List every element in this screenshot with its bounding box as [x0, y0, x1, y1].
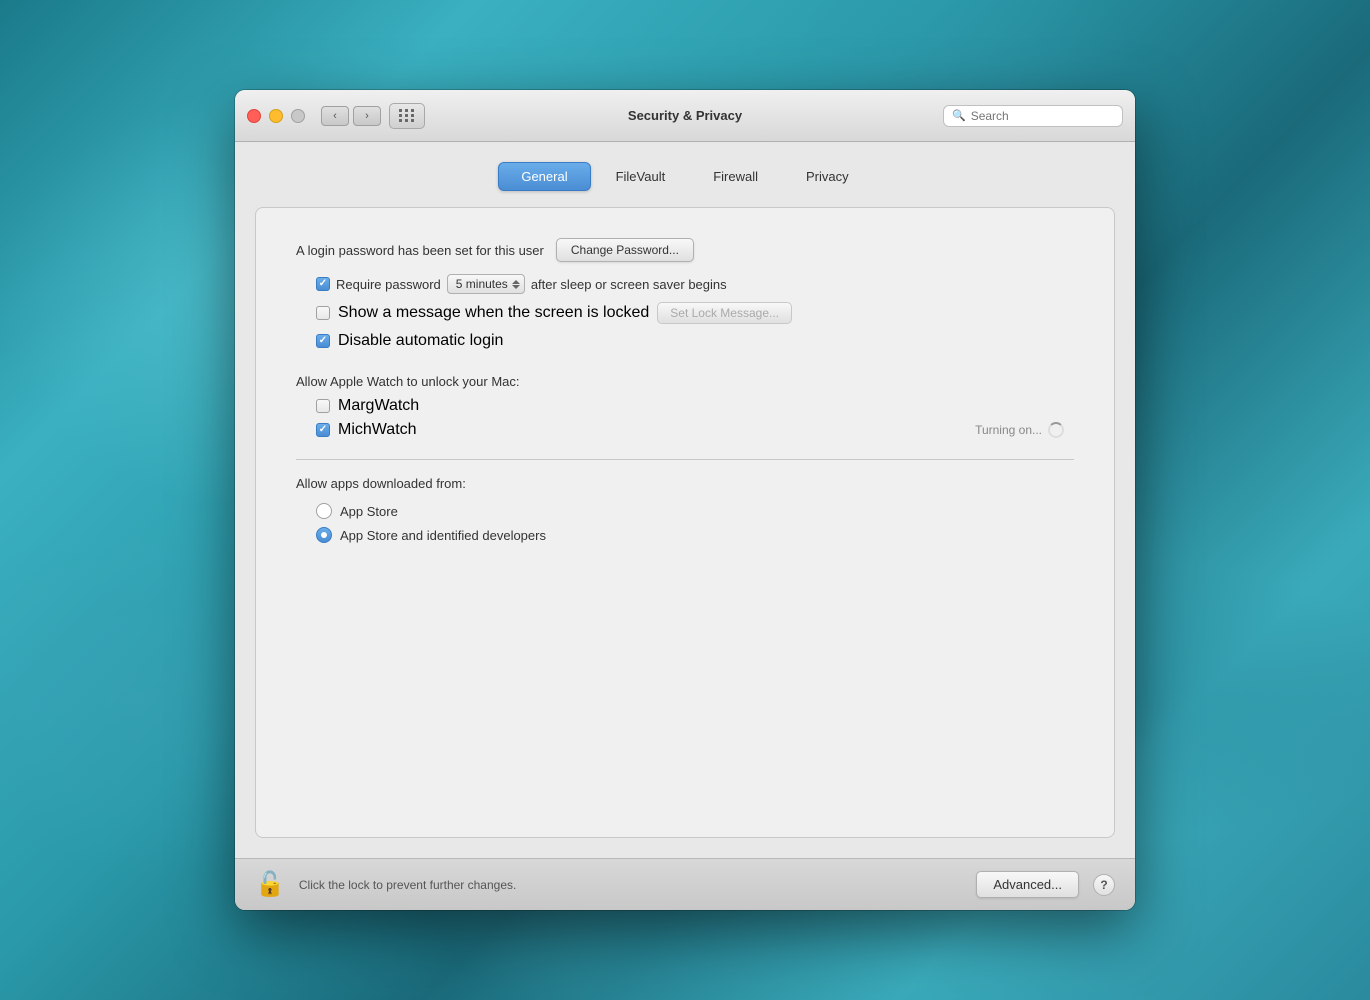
back-button[interactable]: ‹ — [321, 106, 349, 126]
margwatch-row: MargWatch — [316, 397, 1074, 415]
grid-icon — [399, 109, 415, 122]
content-area: General FileVault Firewall Privacy A log… — [235, 142, 1135, 858]
lock-icon[interactable]: 🔓 — [255, 873, 285, 897]
margwatch-checkbox[interactable] — [316, 399, 330, 413]
disable-autologin-checkbox[interactable] — [316, 334, 330, 348]
main-window: ‹ › Security & Privacy 🔍 General FileVau… — [235, 90, 1135, 910]
advanced-button[interactable]: Advanced... — [976, 871, 1079, 898]
search-icon: 🔍 — [952, 109, 966, 122]
close-button[interactable] — [247, 109, 261, 123]
show-message-row: Show a message when the screen is locked… — [316, 302, 1074, 324]
section-divider — [296, 459, 1074, 460]
margwatch-left: MargWatch — [316, 397, 419, 415]
app-store-identified-radio-row: App Store and identified developers — [316, 527, 1074, 543]
michwatch-row: MichWatch Turning on... — [316, 421, 1074, 439]
tab-general[interactable]: General — [498, 162, 590, 191]
traffic-lights — [247, 109, 305, 123]
titlebar: ‹ › Security & Privacy 🔍 — [235, 90, 1135, 142]
require-password-row: Require password 5 minutes after sleep o… — [316, 274, 1074, 294]
dropdown-arrow-icon — [512, 280, 520, 289]
require-password-label: Require password — [336, 277, 441, 292]
michwatch-left: MichWatch — [316, 421, 417, 439]
search-box[interactable]: 🔍 — [943, 105, 1123, 127]
margwatch-name: MargWatch — [338, 397, 419, 415]
nav-buttons: ‹ › — [321, 106, 381, 126]
tab-bar: General FileVault Firewall Privacy — [255, 162, 1115, 191]
forward-button[interactable]: › — [353, 106, 381, 126]
app-store-identified-label: App Store and identified developers — [340, 528, 546, 543]
michwatch-name: MichWatch — [338, 421, 417, 439]
password-notice-row: A login password has been set for this u… — [296, 238, 1074, 262]
bottom-bar: 🔓 Click the lock to prevent further chan… — [235, 858, 1135, 910]
minimize-button[interactable] — [269, 109, 283, 123]
disable-autologin-label: Disable automatic login — [338, 332, 503, 350]
apple-watch-label: Allow Apple Watch to unlock your Mac: — [296, 374, 1074, 389]
maximize-button[interactable] — [291, 109, 305, 123]
turning-on-status: Turning on... — [975, 422, 1064, 438]
require-password-dropdown[interactable]: 5 minutes — [447, 274, 525, 294]
turning-on-text: Turning on... — [975, 423, 1042, 437]
require-password-suffix: after sleep or screen saver begins — [531, 277, 727, 292]
downloads-label: Allow apps downloaded from: — [296, 476, 1074, 491]
show-message-label: Show a message when the screen is locked — [338, 304, 649, 322]
help-button[interactable]: ? — [1093, 874, 1115, 896]
disable-autologin-row: Disable automatic login — [316, 332, 1074, 350]
show-message-checkbox[interactable] — [316, 306, 330, 320]
tab-firewall[interactable]: Firewall — [690, 162, 781, 191]
tab-filevault[interactable]: FileVault — [593, 162, 689, 191]
window-title: Security & Privacy — [628, 108, 742, 123]
set-lock-message-button[interactable]: Set Lock Message... — [657, 302, 792, 324]
require-password-checkbox[interactable] — [316, 277, 330, 291]
downloads-section: Allow apps downloaded from: App Store Ap… — [296, 476, 1074, 543]
tab-privacy[interactable]: Privacy — [783, 162, 872, 191]
settings-panel: A login password has been set for this u… — [255, 207, 1115, 838]
grid-view-button[interactable] — [389, 103, 425, 129]
password-section: A login password has been set for this u… — [296, 238, 1074, 350]
password-notice-text: A login password has been set for this u… — [296, 243, 544, 258]
apple-watch-section: Allow Apple Watch to unlock your Mac: Ma… — [296, 374, 1074, 439]
app-store-radio-row: App Store — [316, 503, 1074, 519]
search-input[interactable] — [971, 109, 1114, 123]
lock-message: Click the lock to prevent further change… — [299, 878, 962, 892]
app-store-identified-radio[interactable] — [316, 527, 332, 543]
loading-spinner-icon — [1048, 422, 1064, 438]
dropdown-value: 5 minutes — [456, 277, 508, 291]
change-password-button[interactable]: Change Password... — [556, 238, 694, 262]
michwatch-checkbox[interactable] — [316, 423, 330, 437]
app-store-radio[interactable] — [316, 503, 332, 519]
app-store-label: App Store — [340, 504, 398, 519]
